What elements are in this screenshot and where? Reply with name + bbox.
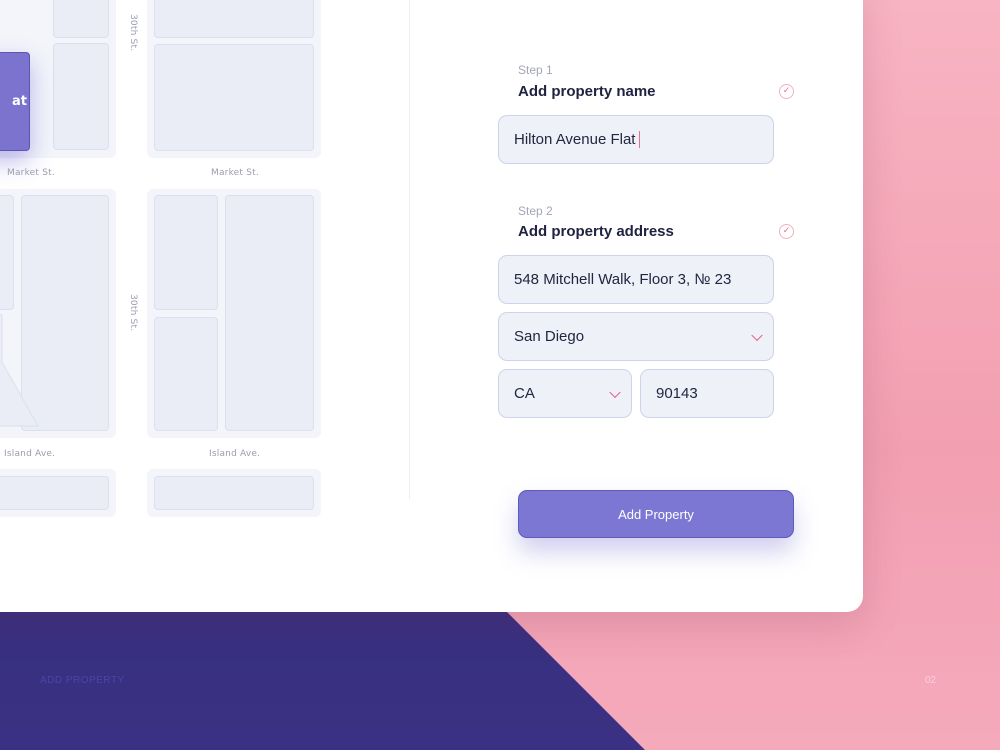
- step-1-label: Step 1: [518, 63, 553, 77]
- map-lot: [0, 195, 14, 310]
- footer-title: ADD PROPERTY: [40, 675, 125, 686]
- step-2-check-icon: ✓: [779, 224, 794, 239]
- map-lot: [225, 195, 314, 431]
- map-lot: [0, 476, 109, 510]
- map-diagonal-lot: [0, 314, 39, 427]
- map-lot: [154, 317, 218, 431]
- map-lot: [154, 195, 218, 310]
- zip-value: 90143: [656, 385, 698, 402]
- panel-divider: [409, 0, 410, 499]
- map-lot: [154, 44, 314, 151]
- street-label: Market St.: [7, 168, 55, 178]
- street-label: Island Ave.: [4, 449, 56, 459]
- chevron-down-icon: [751, 329, 763, 341]
- step-1-title: Add property name: [518, 83, 656, 100]
- property-marker[interactable]: at: [0, 52, 30, 151]
- street-label: 30th St.: [128, 294, 138, 332]
- property-map[interactable]: at Market St. Market St. Island Ave. Isl…: [0, 0, 410, 612]
- address-input[interactable]: 548 Mitchell Walk, Floor 3, № 23: [498, 255, 774, 304]
- street-label: 30th St.: [128, 14, 138, 52]
- city-value: San Diego: [514, 328, 585, 345]
- text-cursor: [639, 131, 641, 148]
- chevron-down-icon: [609, 386, 621, 398]
- map-block: [147, 0, 321, 158]
- city-select[interactable]: San Diego: [498, 312, 774, 361]
- property-name-input[interactable]: Hilton Avenue Flat: [498, 115, 774, 164]
- zip-input[interactable]: 90143: [640, 369, 774, 418]
- state-select[interactable]: CA: [498, 369, 632, 418]
- address-value: 548 Mitchell Walk, Floor 3, № 23: [514, 271, 732, 288]
- map-lot: [53, 43, 109, 150]
- property-marker-label: at: [12, 94, 27, 109]
- map-lot: [154, 476, 314, 510]
- map-block: [147, 469, 321, 517]
- map-block: [147, 189, 321, 438]
- step-2-label: Step 2: [518, 204, 553, 218]
- add-property-button-label: Add Property: [618, 506, 694, 522]
- street-label: Island Ave.: [209, 449, 261, 459]
- add-property-button[interactable]: Add Property: [518, 490, 794, 538]
- street-label: Market St.: [211, 168, 259, 178]
- step-1-check-icon: ✓: [779, 84, 794, 99]
- step-2-title: Add property address: [518, 223, 674, 240]
- map-lot: [154, 0, 314, 38]
- page-number: 02: [925, 675, 937, 686]
- property-name-value: Hilton Avenue Flat: [514, 131, 636, 148]
- state-value: CA: [514, 385, 535, 402]
- map-lot: [53, 0, 109, 38]
- map-block: [0, 469, 116, 517]
